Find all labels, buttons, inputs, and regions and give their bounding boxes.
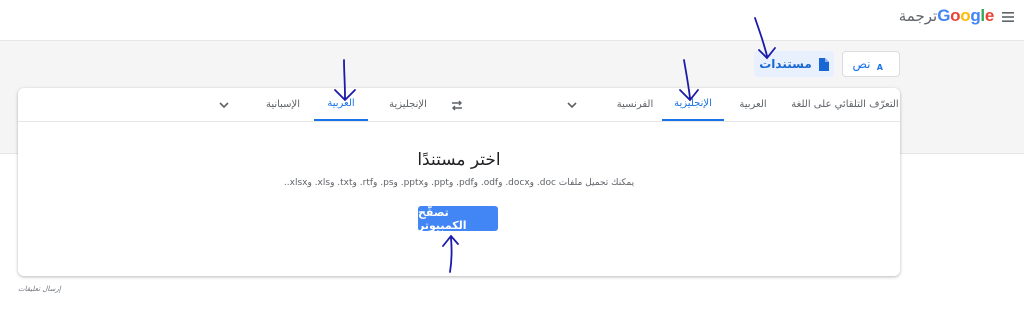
text-mode-label: نص (852, 57, 871, 71)
google-logo: Google (937, 6, 994, 25)
supported-formats-text: يمكنك تحميل ملفات ‎.doc‎ و‎.docx‎ و‎.odf… (283, 178, 635, 188)
language-bar: التعرّف التلقائي على اللغة العربية الإنج… (18, 88, 900, 122)
target-lang-english[interactable]: الإنجليزية (380, 88, 436, 121)
product-name: ترجمة (898, 7, 938, 25)
annotation-arrow-documents (754, 17, 776, 60)
source-lang-detect[interactable]: التعرّف التلقائي على اللغة (790, 88, 900, 121)
source-more-chevron-down-icon[interactable] (566, 99, 578, 111)
target-lang-spanish[interactable]: الإسبانية (258, 88, 308, 121)
annotation-arrow-source-english (679, 59, 699, 102)
source-lang-french[interactable]: الفرنسية (610, 88, 660, 121)
text-mode-button[interactable]: 文 A نص (842, 51, 900, 77)
app-logo[interactable]: Google ترجمة (897, 6, 995, 26)
svg-text:A: A (877, 63, 884, 71)
menu-icon[interactable] (1000, 9, 1016, 25)
swap-languages-icon[interactable] (450, 98, 464, 112)
source-lang-arabic[interactable]: العربية (728, 88, 778, 121)
app-header: Google ترجمة (0, 0, 1024, 41)
annotation-arrow-target-arabic (334, 59, 356, 102)
browse-computer-button[interactable]: تصفّح الكمبيوتر (418, 206, 498, 232)
choose-document-title: اختر مستندًا (417, 150, 501, 170)
translate-icon: 文 A (877, 63, 884, 71)
annotation-arrow-browse (442, 234, 459, 273)
target-more-chevron-down-icon[interactable] (218, 99, 230, 111)
document-icon (818, 57, 829, 71)
send-feedback-link[interactable]: إرسال تعليقات (18, 285, 61, 293)
